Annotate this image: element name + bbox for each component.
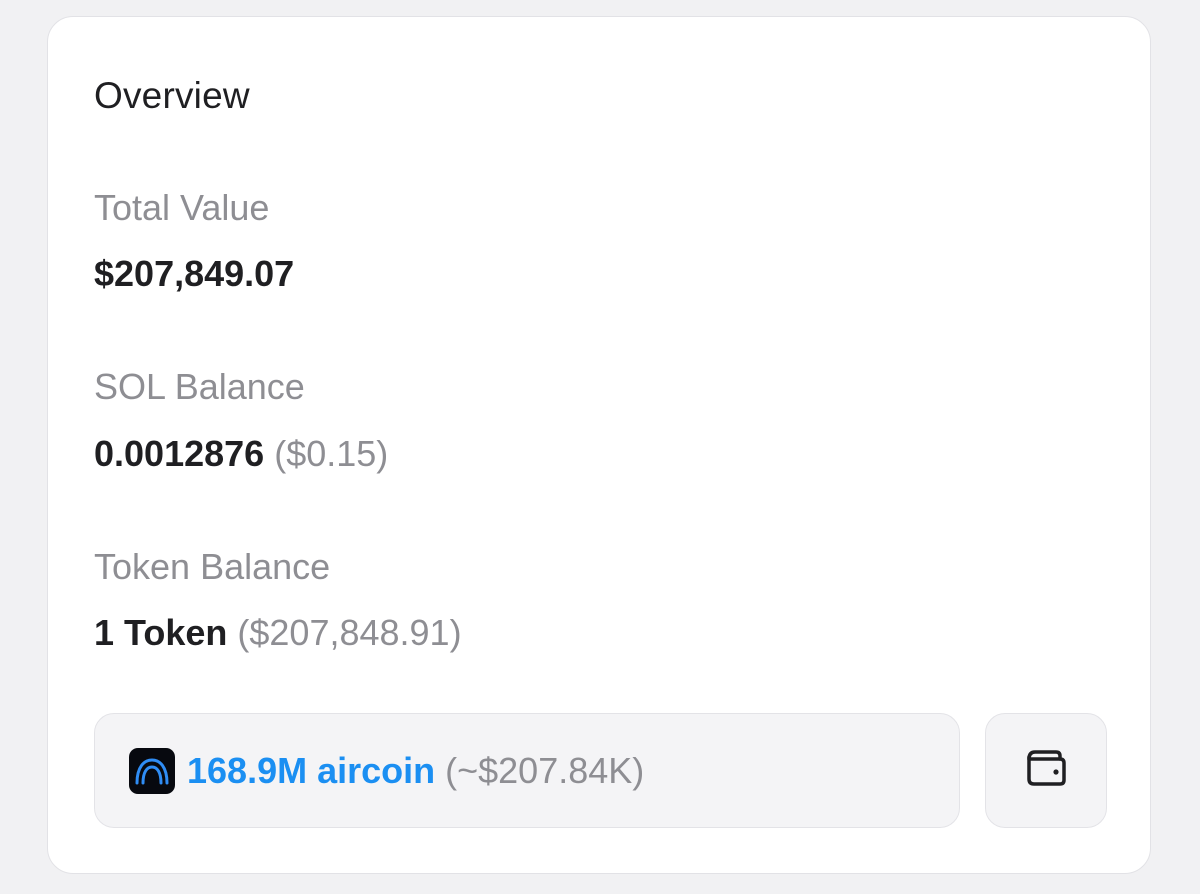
token-balance-amount: 1 Token: [94, 612, 228, 653]
sol-balance-amount: 0.0012876: [94, 433, 265, 474]
overview-title: Overview: [94, 75, 250, 116]
sol-balance-usd: ($0.15): [274, 433, 389, 474]
token-item-aircoin[interactable]: 168.9M aircoin (~$207.84K): [94, 713, 960, 828]
total-value-amount: $207,849.07: [94, 253, 295, 294]
wallet-icon: [1023, 747, 1069, 794]
token-balance-usd: ($207,848.91): [237, 612, 462, 653]
aircoin-logo-icon: [129, 747, 175, 794]
token-balance-label: Token Balance: [94, 546, 331, 587]
wallet-button[interactable]: [985, 713, 1107, 828]
total-value-label: Total Value: [94, 187, 270, 228]
token-balance-value: 1 Token ($207,848.91): [94, 612, 462, 654]
token-item-amount: 168.9M aircoin: [187, 749, 436, 791]
overview-card: Overview Total Value $207,849.07 SOL Bal…: [47, 16, 1151, 874]
token-item-usd: (~$207.84K): [445, 749, 645, 791]
sol-balance-label: SOL Balance: [94, 366, 305, 407]
sol-balance-value: 0.0012876 ($0.15): [94, 433, 388, 475]
